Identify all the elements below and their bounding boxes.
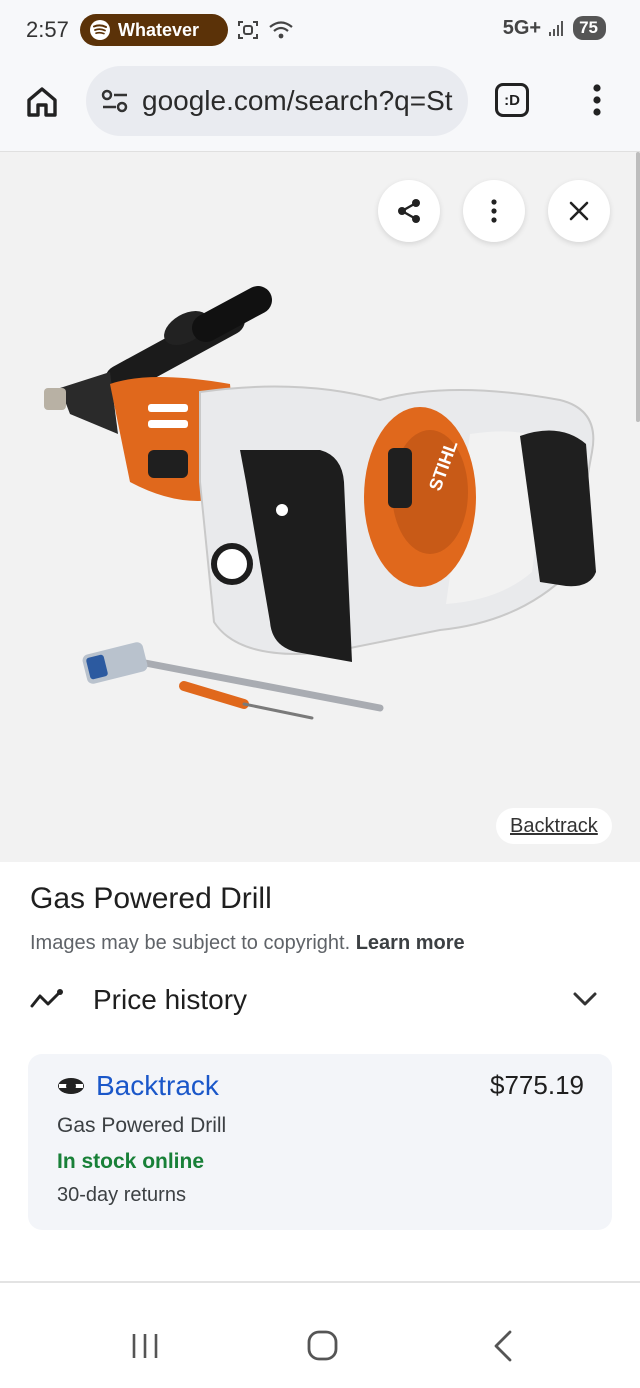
network-type: 5G+	[502, 16, 542, 39]
price-history-label: Price history	[93, 984, 248, 1015]
image-more-button[interactable]	[463, 180, 525, 242]
browser-toolbar: google.com/search?q=St :D	[0, 60, 640, 152]
back-button[interactable]	[486, 1328, 526, 1364]
offer-product-name: Gas Powered Drill	[57, 1114, 227, 1137]
copyright-notice: Images may be subject to copyright. Lear…	[30, 932, 465, 955]
offer-card[interactable]: Backtrack $775.19 Gas Powered Drill In s…	[28, 1054, 612, 1230]
home-circle-icon	[307, 1330, 338, 1361]
share-icon	[398, 199, 420, 223]
battery-level: 75	[573, 16, 606, 40]
media-title: Whatever	[118, 19, 200, 40]
stock-status: In stock online	[57, 1150, 205, 1173]
home-nav-button[interactable]	[302, 1328, 342, 1364]
image-viewer: STIHL Backtrack	[0, 152, 640, 862]
more-vert-icon	[593, 84, 601, 116]
screenshot-icon	[238, 21, 258, 39]
home-button[interactable]	[24, 84, 60, 120]
price-history-row[interactable]: Price history	[0, 970, 640, 1032]
merchant-name[interactable]: Backtrack	[96, 1070, 219, 1102]
status-time: 2:57	[26, 17, 69, 42]
product-image[interactable]: STIHL	[0, 152, 640, 862]
site-settings-icon[interactable]	[100, 86, 130, 116]
chevron-down-icon	[573, 992, 597, 1006]
product-title: Gas Powered Drill	[30, 882, 272, 915]
browser-menu-button[interactable]	[582, 80, 612, 120]
close-icon	[569, 201, 589, 221]
status-icons	[236, 18, 294, 42]
scrollbar[interactable]	[636, 152, 640, 422]
home-icon	[27, 87, 57, 117]
learn-more-link[interactable]: Learn more	[356, 932, 465, 954]
divider	[0, 1281, 640, 1283]
image-source-link[interactable]: Backtrack	[496, 808, 612, 844]
recents-icon	[132, 1334, 158, 1358]
share-button[interactable]	[378, 180, 440, 242]
recents-button[interactable]	[126, 1328, 166, 1364]
merchant-logo-icon	[58, 1078, 84, 1094]
media-playing-chip[interactable]: Whatever	[80, 14, 228, 46]
wifi-icon	[269, 21, 293, 39]
close-button[interactable]	[548, 180, 610, 242]
system-nav-bar	[0, 1300, 640, 1388]
more-vert-icon	[491, 199, 497, 223]
status-right: 5G+ 75	[503, 16, 606, 40]
returns-policy: 30-day returns	[57, 1184, 186, 1206]
tab-switcher-button[interactable]: :D	[495, 83, 529, 117]
offer-price: $775.19	[490, 1070, 584, 1100]
back-icon	[494, 1330, 512, 1362]
copyright-text: Images may be subject to copyright.	[30, 932, 351, 954]
trend-icon	[30, 989, 63, 1008]
url-text: google.com/search?q=St	[142, 85, 453, 116]
url-bar[interactable]: google.com/search?q=St	[86, 66, 468, 136]
status-bar: 2:57 Whatever 5G+ 75	[0, 0, 640, 60]
signal-icon	[549, 21, 564, 36]
spotify-icon	[90, 20, 110, 40]
